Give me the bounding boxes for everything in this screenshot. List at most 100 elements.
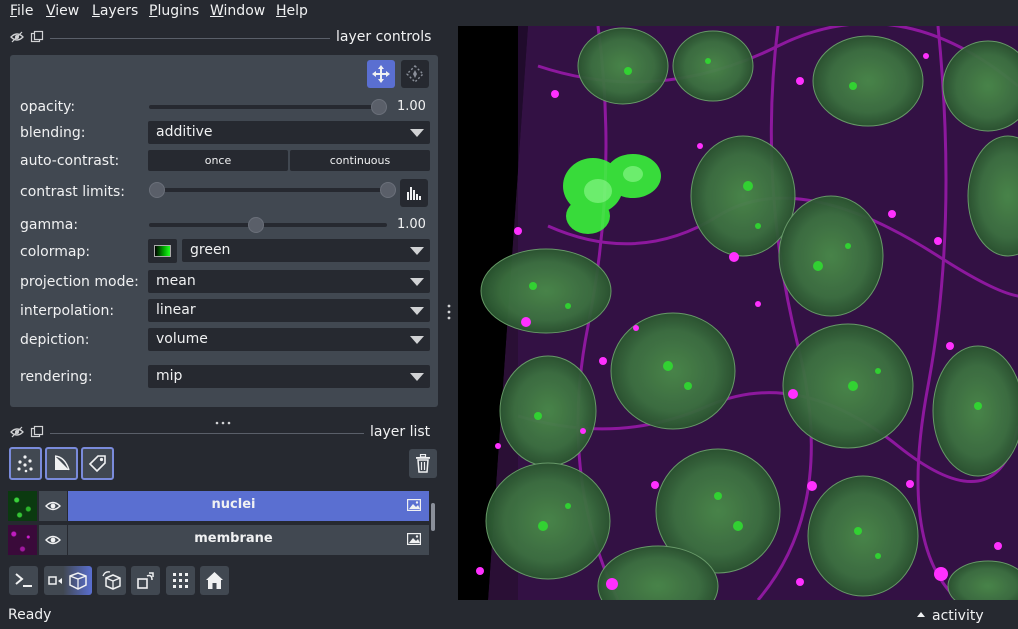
contrast-limits-label: contrast limits: [20, 184, 125, 200]
menu-bar: File View Layers Plugins Window Help [0, 0, 1018, 24]
dock-splitter-handle[interactable] [214, 413, 232, 425]
menu-help[interactable]: Help [276, 3, 308, 19]
colormap-dropdown[interactable]: green [182, 239, 430, 262]
contrast-limit-high-handle[interactable] [380, 182, 396, 198]
menu-help-label: elp [286, 3, 308, 19]
vertical-dots-icon [447, 304, 451, 320]
opacity-slider-handle[interactable] [371, 99, 387, 115]
eye-icon [45, 501, 61, 511]
depiction-dropdown[interactable]: volume [148, 328, 430, 351]
image-layer-icon [407, 499, 421, 511]
2d-3d-toggle-icon [48, 572, 87, 590]
grid-view-button[interactable] [166, 566, 195, 595]
menu-window-mnemonic: W [210, 3, 224, 19]
blending-label: blending: [20, 125, 86, 141]
rendering-dropdown[interactable]: mip [148, 365, 430, 388]
new-labels-layer-button[interactable] [81, 447, 114, 480]
layer-row-membrane[interactable]: membrane [8, 525, 429, 555]
titlebar-divider [50, 38, 330, 39]
status-message: Ready [8, 607, 52, 623]
scrollbar-thumb[interactable] [431, 503, 435, 531]
interpolation-label: interpolation: [20, 303, 115, 319]
menu-plugins-label: lugins [157, 3, 200, 19]
menu-layers[interactable]: Layers [92, 3, 138, 19]
colormap-value: green [190, 242, 231, 258]
gamma-slider-handle[interactable] [248, 217, 264, 233]
rendering-label: rendering: [20, 369, 93, 385]
interpolation-value: linear [156, 302, 196, 318]
depiction-label: depiction: [20, 332, 90, 348]
layer-list-scrollbar[interactable] [429, 491, 437, 555]
contrast-limit-low-handle[interactable] [149, 182, 165, 198]
menu-plugins[interactable]: Plugins [149, 3, 199, 19]
menu-view-mnemonic: V [46, 3, 56, 19]
viewer-canvas[interactable] [458, 26, 1018, 600]
opacity-slider[interactable] [149, 105, 379, 109]
chevron-down-icon [410, 373, 424, 381]
labels-tag-icon [88, 455, 106, 473]
histogram-icon [407, 187, 421, 200]
blending-dropdown[interactable]: additive [148, 121, 430, 144]
opacity-label: opacity: [20, 99, 76, 115]
eye-icon[interactable] [10, 425, 24, 439]
histogram-button[interactable] [400, 179, 428, 207]
chevron-down-icon [410, 307, 424, 315]
projection-mode-value: mean [156, 273, 196, 289]
transpose-icon [137, 572, 154, 589]
layer-row-nuclei[interactable]: nuclei [8, 491, 429, 521]
layer-visibility-toggle[interactable] [39, 491, 67, 521]
layer-list-titlebar: layer list [8, 423, 438, 443]
menu-layers-label: ayers [99, 3, 139, 19]
activity-label: activity [932, 608, 984, 624]
chevron-down-icon [410, 336, 424, 344]
activity-button[interactable]: activity [915, 607, 1015, 625]
blending-value: additive [156, 124, 213, 140]
gamma-label: gamma: [20, 217, 79, 233]
menu-view-label: iew [55, 3, 80, 19]
projection-mode-dropdown[interactable]: mean [148, 270, 430, 293]
colormap-swatch-button[interactable] [148, 239, 177, 263]
auto-contrast-label: auto-contrast: [20, 153, 120, 169]
transpose-dimensions-button[interactable] [131, 566, 160, 595]
console-button[interactable] [9, 566, 38, 595]
menu-view[interactable]: View [46, 3, 79, 19]
points-icon [17, 455, 33, 473]
layer-visibility-toggle[interactable] [39, 525, 67, 555]
toggle-ndisplay-button[interactable] [44, 566, 92, 595]
float-dock-icon[interactable] [30, 425, 44, 439]
roll-dimensions-button[interactable] [97, 566, 126, 595]
menu-layers-mnemonic: L [92, 3, 100, 19]
delete-layer-button[interactable] [409, 449, 437, 478]
projection-mode-label: projection mode: [20, 274, 139, 290]
main-splitter-handle[interactable] [446, 303, 452, 321]
pan-zoom-button[interactable] [367, 60, 395, 88]
menu-window-label: indow [223, 3, 266, 19]
new-points-layer-button[interactable] [9, 447, 42, 480]
interpolation-dropdown[interactable]: linear [148, 299, 430, 322]
new-shapes-layer-button[interactable] [45, 447, 78, 480]
layer-controls-titlebar: layer controls [8, 28, 438, 48]
auto-contrast-continuous-button[interactable]: continuous [290, 150, 430, 171]
shapes-icon [54, 455, 70, 471]
layer-name[interactable]: membrane [68, 531, 399, 546]
chevron-down-icon [410, 278, 424, 286]
status-bar: Ready activity [0, 604, 1018, 629]
chevron-down-icon [410, 247, 424, 255]
menu-file[interactable]: File [10, 3, 33, 19]
layer-controls-panel: opacity: 1.00 blending: additive auto-co… [10, 55, 438, 407]
gamma-slider[interactable] [149, 223, 387, 227]
float-dock-icon[interactable] [30, 30, 44, 44]
terminal-icon [15, 573, 32, 587]
transform-button[interactable] [401, 60, 429, 88]
titlebar-divider [50, 433, 364, 434]
gamma-value: 1.00 [397, 217, 426, 232]
eye-icon [45, 535, 61, 545]
layer-name[interactable]: nuclei [68, 497, 399, 512]
contrast-limits-slider[interactable] [157, 188, 389, 192]
menu-window[interactable]: Window [210, 3, 265, 19]
home-reset-view-button[interactable] [200, 566, 229, 595]
auto-contrast-once-button[interactable]: once [148, 150, 288, 171]
layer-list-title: layer list [370, 424, 431, 440]
rendering-value: mip [156, 368, 183, 384]
eye-icon[interactable] [10, 30, 24, 44]
